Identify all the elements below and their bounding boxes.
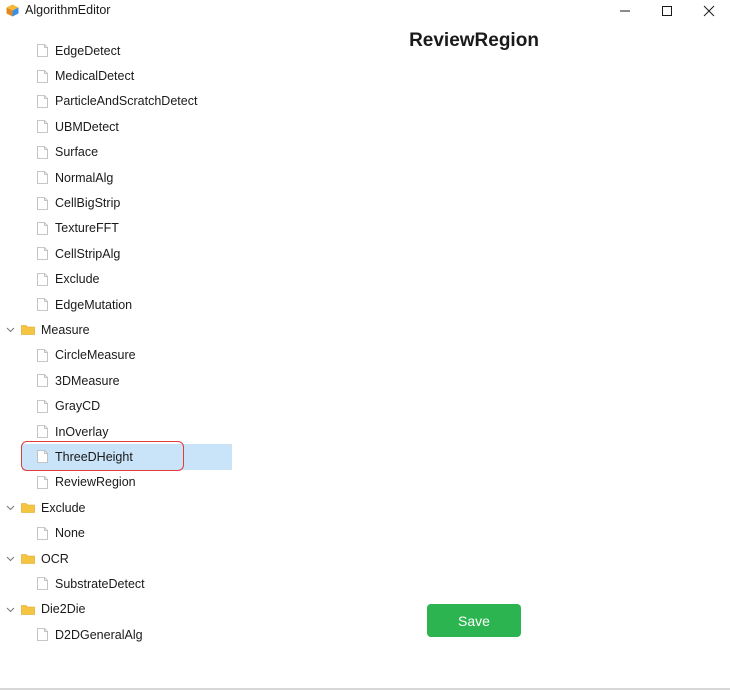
close-button[interactable] bbox=[688, 0, 730, 22]
tree-item-label: SubstrateDetect bbox=[55, 576, 145, 591]
document-icon bbox=[37, 44, 48, 58]
tree-item[interactable]: UBMDetect bbox=[0, 114, 220, 139]
chevron-down-icon[interactable] bbox=[6, 554, 15, 563]
document-icon bbox=[37, 272, 48, 286]
app-window: AlgorithmEditor EdgeDetect MedicalDetect P… bbox=[0, 0, 730, 690]
document-icon bbox=[37, 399, 48, 413]
tree-item[interactable]: CellStripAlg bbox=[0, 241, 220, 266]
folder-icon bbox=[21, 604, 35, 615]
tree-item-label: MedicalDetect bbox=[55, 69, 135, 84]
tree-item-label: ParticleAndScratchDetect bbox=[55, 94, 198, 109]
tree-item-label: Surface bbox=[55, 145, 99, 160]
page-title: ReviewRegion bbox=[409, 30, 539, 51]
document-icon bbox=[37, 120, 48, 134]
tree-item-label: InOverlay bbox=[55, 424, 109, 439]
tree-item-label: 3DMeasure bbox=[55, 373, 120, 388]
tree-item[interactable]: Surface bbox=[0, 140, 220, 165]
tree-item[interactable]: None bbox=[0, 520, 220, 545]
document-icon bbox=[37, 196, 48, 210]
tree-item-label: TextureFFT bbox=[55, 221, 119, 236]
document-icon bbox=[37, 247, 48, 261]
tree-item-label: GrayCD bbox=[55, 399, 101, 414]
maximize-button[interactable] bbox=[646, 0, 688, 22]
tree-folder[interactable]: Die2Die bbox=[0, 597, 220, 622]
tree-item[interactable]: CellBigStrip bbox=[0, 190, 220, 215]
tree-item-label: Die2Die bbox=[41, 602, 86, 617]
save-button[interactable]: Save bbox=[427, 604, 521, 637]
chevron-down-icon[interactable] bbox=[6, 503, 15, 512]
folder-icon bbox=[21, 325, 35, 336]
chevron-down-icon[interactable] bbox=[6, 605, 15, 614]
chevron-down-icon[interactable] bbox=[6, 325, 15, 334]
tree-item-label: NormalAlg bbox=[55, 170, 114, 185]
folder-icon bbox=[21, 503, 35, 514]
window-title: AlgorithmEditor bbox=[25, 3, 111, 17]
document-icon bbox=[37, 450, 48, 464]
tree-item-label: EdgeMutation bbox=[55, 297, 133, 312]
minimize-icon bbox=[620, 10, 630, 12]
tree-item[interactable]: SubstrateDetect bbox=[0, 571, 220, 596]
tree-folder[interactable]: Exclude bbox=[0, 495, 220, 520]
maximize-icon bbox=[662, 6, 672, 16]
tree-item-label: None bbox=[55, 526, 85, 541]
tree-item-label: CircleMeasure bbox=[55, 348, 136, 363]
tree-item[interactable]: 3DMeasure bbox=[0, 368, 220, 393]
tree-item-label: CellStripAlg bbox=[55, 246, 121, 261]
tree-item-label: ReviewRegion bbox=[55, 475, 136, 490]
document-icon bbox=[37, 145, 48, 159]
folder-icon bbox=[21, 554, 35, 564]
tree-item[interactable]: InOverlay bbox=[0, 419, 220, 444]
title-bar[interactable]: AlgorithmEditor bbox=[0, 0, 730, 22]
algorithm-tree: EdgeDetect MedicalDetect ParticleAndScratc… bbox=[0, 38, 232, 647]
tree-item-label: OCR bbox=[41, 551, 69, 566]
tree-item[interactable]: MedicalDetect bbox=[0, 63, 220, 88]
tree-folder[interactable]: OCR bbox=[0, 546, 220, 571]
document-icon bbox=[37, 628, 48, 642]
document-icon bbox=[37, 95, 48, 108]
tree-item-label: Measure bbox=[41, 322, 90, 337]
tree-item[interactable]: ThreeDHeight bbox=[22, 444, 232, 470]
tree-item[interactable]: ParticleAndScratchDetect bbox=[0, 89, 220, 114]
document-icon bbox=[37, 222, 48, 235]
document-icon bbox=[37, 374, 48, 388]
tree-folder[interactable]: Measure bbox=[0, 317, 220, 342]
tree-item-label: CellBigStrip bbox=[55, 196, 121, 211]
tree-item-label: Exclude bbox=[55, 272, 100, 287]
tree-item[interactable]: EdgeDetect bbox=[0, 38, 220, 63]
tree-item[interactable]: D2DGeneralAlg bbox=[0, 622, 220, 647]
document-icon bbox=[37, 69, 48, 83]
tree-item-label: ThreeDHeight bbox=[55, 449, 133, 464]
minimize-button[interactable] bbox=[604, 0, 646, 22]
tree-item[interactable]: TextureFFT bbox=[0, 216, 220, 241]
tree-item[interactable]: CircleMeasure bbox=[0, 343, 220, 368]
document-icon bbox=[37, 475, 48, 489]
document-icon bbox=[37, 425, 48, 438]
tree-item-label: D2DGeneralAlg bbox=[55, 627, 143, 642]
tree-item-label: Exclude bbox=[41, 500, 86, 515]
document-icon bbox=[37, 171, 48, 185]
document-icon bbox=[37, 577, 48, 591]
tree-item[interactable]: ReviewRegion bbox=[0, 470, 220, 495]
document-icon bbox=[37, 298, 48, 311]
close-icon bbox=[703, 5, 715, 17]
tree-item[interactable]: Exclude bbox=[0, 267, 220, 292]
document-icon bbox=[37, 348, 48, 362]
tree-item-label: UBMDetect bbox=[55, 119, 119, 134]
tree-item-label: EdgeDetect bbox=[55, 43, 121, 58]
tree-item[interactable]: NormalAlg bbox=[0, 165, 220, 190]
tree-item[interactable]: GrayCD bbox=[0, 393, 220, 418]
document-icon bbox=[37, 526, 48, 540]
app-icon bbox=[6, 4, 19, 17]
tree-item[interactable]: EdgeMutation bbox=[0, 292, 220, 317]
